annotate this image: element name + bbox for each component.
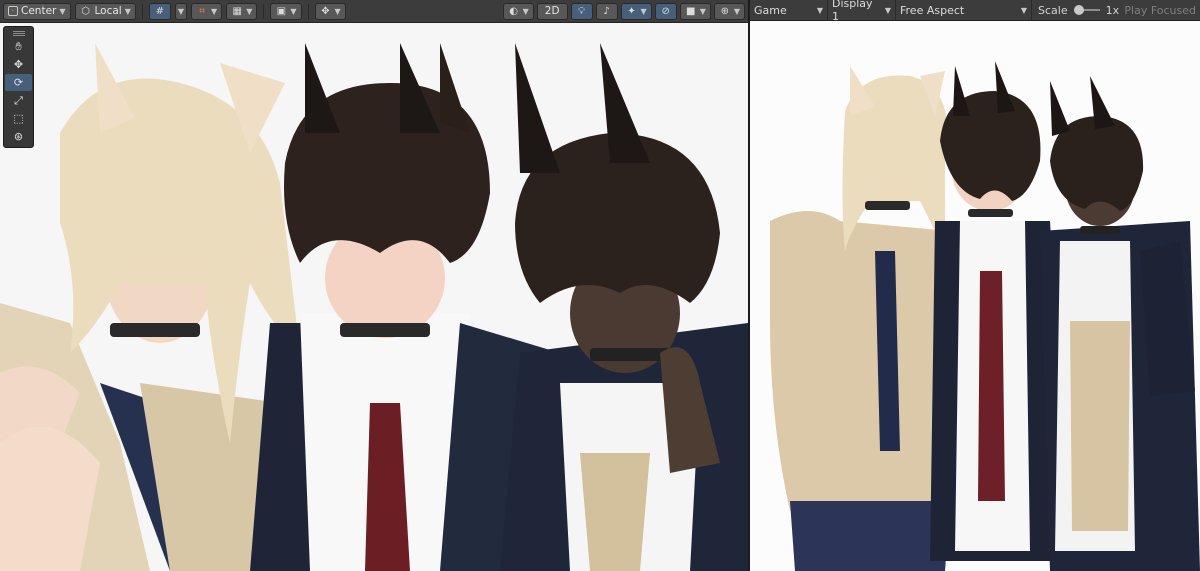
transform-tool-button[interactable]: ⊛: [5, 128, 32, 145]
lighting-toggle[interactable]: 💡︎: [570, 2, 593, 20]
scale-tool-button[interactable]: ⤢: [5, 92, 32, 109]
pivot-rotation-label: Local: [94, 5, 122, 17]
game-viewport[interactable]: [750, 21, 1200, 571]
shading-mode-icon: ◐: [509, 5, 518, 17]
toolbar-separator: [263, 3, 265, 19]
scene-characters-render: [0, 43, 748, 571]
toggle-2d-label: 2D: [544, 5, 560, 17]
scale-label: Scale: [1038, 3, 1068, 17]
scene-toolbar: · Center ▼ ⬡ Local ▼ # ▼ ⌗ ▼ ▦ ▼ ▣ ▼ ✥ ▼…: [0, 0, 748, 23]
chevron-down-icon: ▼: [246, 6, 253, 16]
snap-increment-icon: ⌗: [199, 5, 205, 17]
aspect-label: Free Aspect: [900, 3, 965, 17]
toolbar-separator: [141, 3, 143, 19]
rect-transform-icon: ⬚: [13, 112, 24, 125]
effects-icon: ✦: [627, 5, 636, 17]
scene-viewport[interactable]: [0, 23, 748, 571]
chevron-down-icon: ▼: [124, 6, 131, 16]
pivot-rotation-dropdown[interactable]: ⬡ Local ▼: [74, 2, 136, 20]
effects-toggle[interactable]: ✦ ▼: [620, 2, 652, 20]
grid-snap-icon: #: [155, 5, 165, 17]
rotate-icon: ⟳: [13, 76, 24, 89]
rect-tool-button[interactable]: ⬚: [5, 110, 32, 127]
lightbulb-icon: 💡︎: [578, 5, 586, 17]
pivot-icon: ·: [8, 6, 18, 17]
view-type-dropdown[interactable]: Game ▼: [750, 0, 828, 21]
chevron-down-icon: ▼: [640, 6, 647, 16]
monitor-icon: ▣: [276, 5, 287, 17]
grid-snapping-toggle[interactable]: #: [148, 2, 171, 20]
game-characters-render: [770, 61, 1200, 571]
character-blonde: [770, 66, 955, 571]
scene-view-options: ◐ ▼ 2D 💡︎ ♪ ✦ ▼ ⊘ ■ ▼ ⊕ ▼: [502, 2, 748, 20]
scale-icon: ⤢: [14, 93, 23, 107]
increment-snapping-button[interactable]: ⌗ ▼: [191, 2, 223, 20]
gizmos-button[interactable]: ⊕ ▼: [713, 2, 745, 20]
move-arrows-icon: ✥: [321, 5, 330, 17]
eye-hidden-icon: ⊘: [661, 5, 670, 17]
chevron-down-icon: ▼: [334, 6, 341, 16]
scale-value: 1x: [1105, 3, 1120, 17]
scene-view-panel: · Center ▼ ⬡ Local ▼ # ▼ ⌗ ▼ ▦ ▼ ▣ ▼ ✥ ▼…: [0, 0, 748, 571]
chevron-down-icon: ▼: [699, 6, 706, 16]
transform-icon: ⊛: [13, 130, 24, 143]
scene-camera-button[interactable]: ■ ▼: [679, 2, 711, 20]
grid-icon: ▦: [232, 5, 242, 17]
toggle-2d-button[interactable]: 2D: [536, 2, 568, 20]
aspect-dropdown[interactable]: Free Aspect ▼: [896, 0, 1032, 21]
grid-visibility-button[interactable]: ▦ ▼: [226, 2, 258, 20]
character-dark-skin: [1040, 76, 1200, 571]
toolbar-separator: [307, 3, 309, 19]
display-dropdown[interactable]: Display 1 ▼: [828, 0, 896, 23]
view-options-button[interactable]: ▣ ▼: [270, 2, 302, 20]
pivot-mode-dropdown[interactable]: · Center ▼: [3, 2, 71, 20]
game-view-panel: Game ▼ Display 1 ▼ Free Aspect ▼ Scale 1…: [750, 0, 1200, 571]
play-focused-dropdown[interactable]: Play Focused: [1124, 4, 1200, 17]
scale-slider[interactable]: [1073, 5, 1100, 15]
grid-snapping-dropdown[interactable]: ▼: [174, 2, 188, 20]
chevron-down-icon: ▼: [290, 6, 297, 16]
chevron-down-icon: ▼: [816, 5, 823, 15]
move-icon: ✥: [13, 58, 24, 71]
character-dark-skin: [500, 43, 748, 571]
chevron-down-icon: ▼: [1020, 5, 1027, 15]
draw-mode-dropdown[interactable]: ◐ ▼: [502, 2, 534, 20]
scene-visibility-toggle[interactable]: ⊘: [654, 2, 677, 20]
chevron-down-icon: ▼: [59, 6, 66, 16]
cube-icon: ⬡: [81, 5, 90, 17]
chevron-down-icon: ▼: [177, 6, 185, 16]
game-toolbar: Game ▼ Display 1 ▼ Free Aspect ▼ Scale 1…: [750, 0, 1200, 23]
component-tools-button[interactable]: ✥ ▼: [314, 2, 346, 20]
camera-icon: ■: [685, 5, 696, 17]
gizmos-globe-icon: ⊕: [720, 5, 730, 17]
hand-tool-button[interactable]: ✋︎: [5, 38, 32, 55]
hand-icon: ✋︎: [15, 39, 22, 53]
audio-toggle[interactable]: ♪: [595, 2, 618, 20]
pivot-mode-label: Center: [21, 5, 57, 17]
tools-overlay: ✋︎ ✥ ⟳ ⤢ ⬚ ⊛: [3, 26, 34, 148]
view-type-label: Game: [754, 3, 787, 17]
overlay-drag-handle[interactable]: [4, 29, 33, 37]
scale-control: Scale 1x: [1032, 4, 1119, 17]
rotate-tool-button[interactable]: ⟳: [5, 74, 32, 91]
scale-slider-knob[interactable]: [1073, 5, 1084, 15]
display-label: Display 1: [832, 0, 873, 23]
character-blonde: [0, 43, 300, 571]
chevron-down-icon: ▼: [884, 5, 891, 15]
audio-icon: ♪: [603, 5, 610, 17]
move-tool-button[interactable]: ✥: [5, 56, 32, 73]
chevron-down-icon: ▼: [211, 6, 218, 16]
chevron-down-icon: ▼: [522, 6, 529, 16]
chevron-down-icon: ▼: [733, 6, 740, 16]
